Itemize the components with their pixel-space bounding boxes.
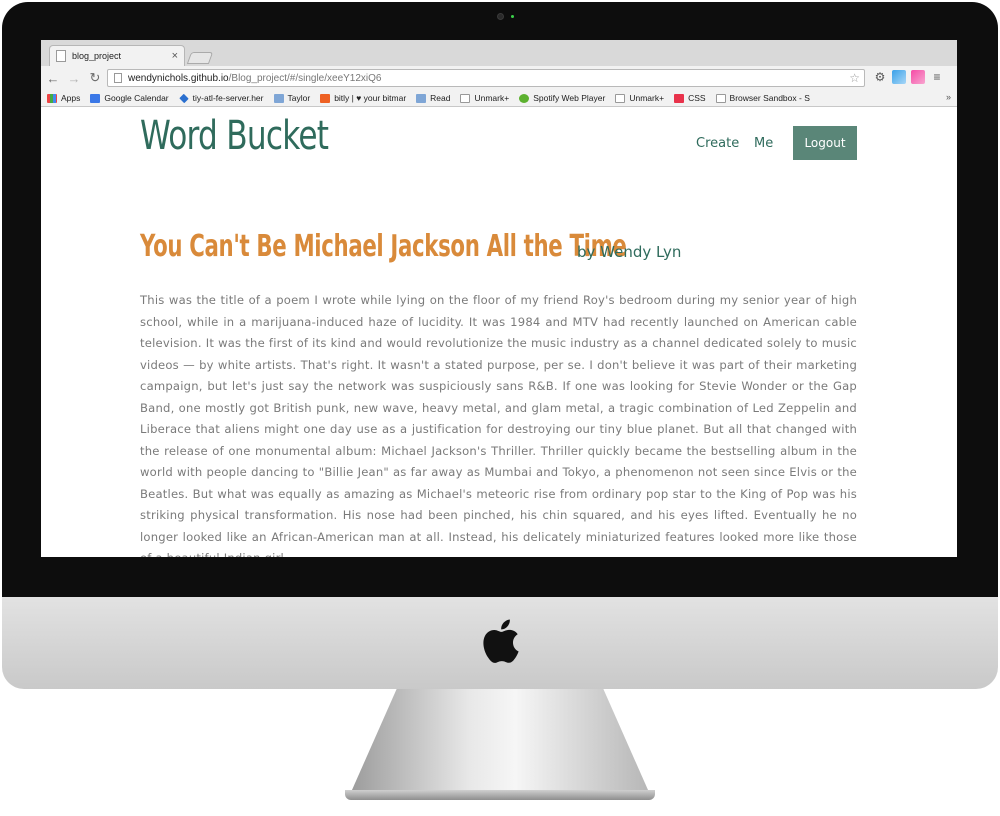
site-logo[interactable]: Word Bucket	[140, 113, 329, 159]
bookmark-unmark[interactable]: Unmark+	[460, 93, 509, 103]
bookmarks-bar: Apps Google Calendar tiy-atl-fe-server.h…	[41, 90, 957, 107]
forward-arrow-icon[interactable]: →	[65, 71, 83, 86]
gear-icon[interactable]: ⚙	[873, 70, 887, 84]
page-icon	[56, 50, 66, 62]
bookmark-label: Apps	[61, 93, 81, 103]
new-tab-button[interactable]	[186, 52, 214, 64]
bookmark-css[interactable]: CSS	[674, 93, 706, 103]
nav-create-link[interactable]: Create	[696, 136, 739, 151]
close-icon[interactable]: ×	[172, 50, 178, 62]
post-author: by Wendy Lyn	[577, 243, 682, 261]
bookmark-label: CSS	[688, 93, 706, 103]
url-path: /Blog_project/#/single/xeeY12xiQ6	[228, 72, 382, 84]
bookmark-label: Unmark+	[474, 93, 510, 103]
folder-icon	[273, 93, 284, 103]
camera-led-icon	[511, 15, 514, 18]
screen: blog_project × ← → ↻ wendynichols.github…	[41, 40, 957, 557]
bookmark-label: Taylor	[287, 93, 311, 103]
diamond-icon	[178, 93, 189, 103]
more-bookmarks-icon[interactable]: »	[946, 92, 951, 102]
back-arrow-icon[interactable]: ←	[44, 71, 62, 86]
url-host: wendynichols.github.io	[128, 72, 229, 84]
imac-stand	[348, 689, 652, 799]
bookmark-google-calendar[interactable]: Google Calendar	[90, 93, 169, 103]
page-icon	[615, 93, 626, 103]
toolbar-icons: ⚙ ≡	[873, 70, 944, 84]
post-body: This was the title of a poem I wrote whi…	[140, 293, 857, 557]
bookmark-label: Browser Sandbox - S	[729, 93, 810, 103]
bookmark-apps[interactable]: Apps	[47, 93, 80, 103]
bookmark-label: Google Calendar	[104, 93, 169, 103]
bookmark-read[interactable]: Read	[416, 93, 450, 103]
bookmark-label: tiy-atl-fe-server.her	[192, 93, 264, 103]
star-icon[interactable]: ☆	[849, 71, 860, 85]
bookmark-label: Read	[430, 93, 451, 103]
post-title: You Can't Be Michael Jackson All the Tim…	[140, 229, 627, 264]
apps-grid-icon	[47, 93, 57, 103]
tab-strip: blog_project ×	[41, 40, 957, 66]
page-content: Word Bucket Create Me Logout You Can't B…	[41, 107, 957, 557]
address-bar[interactable]: wendynichols.github.io /Blog_project/#/s…	[107, 69, 865, 87]
bookmark-bitly[interactable]: bitly | ♥ your bitmar	[320, 93, 406, 103]
bitly-icon	[320, 93, 331, 103]
bookmark-tiy-server[interactable]: tiy-atl-fe-server.her	[178, 93, 264, 103]
spotify-icon	[519, 93, 530, 103]
bookmark-taylor[interactable]: Taylor	[273, 93, 311, 103]
imac-foot	[345, 790, 655, 800]
menu-icon[interactable]: ≡	[930, 70, 944, 84]
bookmark-label: Spotify Web Player	[533, 93, 606, 103]
apple-logo-icon	[483, 619, 519, 663]
page-icon	[460, 93, 471, 103]
css-icon	[674, 93, 685, 103]
tab-title: blog_project	[72, 51, 122, 61]
page-icon	[715, 93, 726, 103]
extension-icon[interactable]	[892, 70, 906, 84]
browser-tab[interactable]: blog_project ×	[49, 45, 185, 66]
page-icon	[114, 73, 122, 83]
bookmark-label: Unmark+	[629, 93, 665, 103]
bookmark-label: bitly | ♥ your bitmar	[334, 93, 407, 103]
nav-me-link[interactable]: Me	[754, 136, 773, 151]
browser-toolbar: ← → ↻ wendynichols.github.io /Blog_proje…	[41, 66, 957, 90]
bookmark-unmark-2[interactable]: Unmark+	[615, 93, 664, 103]
folder-icon	[416, 93, 427, 103]
reload-icon[interactable]: ↻	[86, 70, 104, 86]
logout-button[interactable]: Logout	[793, 126, 857, 160]
camera-icon	[497, 13, 504, 20]
extension-icon[interactable]	[911, 70, 925, 84]
bookmark-browser-sandbox[interactable]: Browser Sandbox - S	[715, 93, 810, 103]
bookmark-spotify[interactable]: Spotify Web Player	[519, 93, 605, 103]
calendar-icon	[90, 93, 101, 103]
